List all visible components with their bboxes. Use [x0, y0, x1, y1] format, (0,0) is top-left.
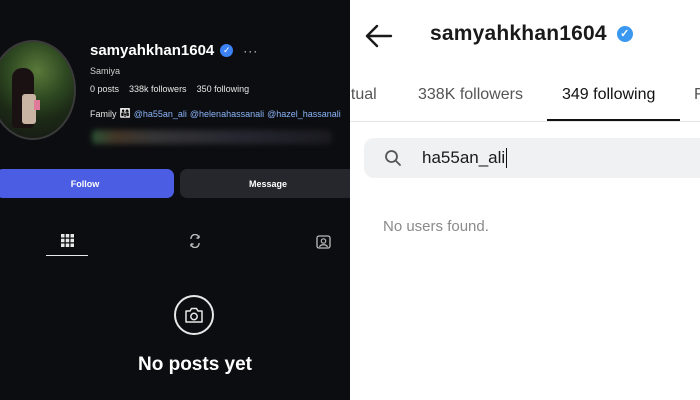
profile-tabbar [0, 226, 350, 256]
posts-count: 0 posts [90, 84, 120, 94]
search-input-value: ha55an_ali [422, 147, 506, 167]
no-users-message: No users found. [383, 218, 489, 235]
search-icon [385, 150, 401, 166]
active-tab-indicator [547, 119, 680, 121]
message-button[interactable]: Message [180, 169, 350, 198]
profile-panel-dark: samyahkhan1604 ✓ ··· Samiya 0 posts 338k… [0, 0, 350, 400]
tagged-icon [315, 234, 331, 249]
tab-next-partial[interactable]: F [694, 86, 700, 104]
tab-mutual[interactable]: utual [350, 86, 377, 104]
connections-tabs: utual 338K followers 349 following F [350, 76, 700, 122]
following-panel-light: samyahkhan1604 ✓ utual 338K followers 34… [350, 0, 700, 400]
bio-mention-ha55an[interactable]: @ha55an_ali [134, 109, 187, 119]
tab-tagged[interactable] [311, 226, 335, 256]
following-header: samyahkhan1604 ✓ [430, 22, 633, 46]
tab-reposts[interactable] [183, 226, 207, 256]
back-button[interactable] [364, 22, 394, 50]
arrow-left-icon [365, 24, 393, 48]
profile-header: samyahkhan1604 ✓ ··· [90, 42, 258, 59]
grid-icon [60, 234, 74, 247]
tab-followers[interactable]: 338K followers [418, 86, 523, 104]
blurred-bio-line [92, 130, 332, 144]
camera-icon [185, 307, 203, 323]
following-count[interactable]: 350 following [197, 84, 250, 94]
search-bar[interactable]: ha55an_ali [364, 138, 700, 178]
tab-following[interactable]: 349 following [562, 86, 655, 104]
text-caret [506, 148, 508, 169]
verified-badge-icon: ✓ [616, 26, 633, 42]
bio-mention-hazel[interactable]: @hazel_hassanali [267, 109, 341, 119]
search-input[interactable]: ha55an_ali [422, 148, 662, 169]
no-posts-text: No posts yet [137, 354, 253, 375]
empty-state-camera [174, 295, 214, 335]
family-emoji-icon: 👨‍👩‍👧 [119, 108, 131, 118]
profile-bio: Family 👨‍👩‍👧 @ha55an_ali @helenahassanal… [90, 108, 341, 119]
bio-mention-helena[interactable]: @helenahassanali [190, 109, 264, 119]
verified-badge-icon: ✓ [220, 44, 234, 57]
profile-username: samyahkhan1604 [90, 42, 215, 59]
bio-label: Family [90, 108, 117, 119]
header-username: samyahkhan1604 [430, 22, 607, 45]
follow-button[interactable]: Follow [0, 169, 174, 198]
reels-icon [190, 234, 200, 248]
tab-posts-grid[interactable] [46, 226, 88, 256]
avatar-accent [34, 100, 40, 110]
followers-count[interactable]: 338k followers [129, 84, 187, 94]
profile-full-name: Samiya [90, 66, 121, 76]
profile-stats: 0 posts 338k followers 350 following [90, 84, 249, 94]
more-options-icon[interactable]: ··· [243, 44, 258, 58]
profile-avatar[interactable] [0, 40, 76, 140]
